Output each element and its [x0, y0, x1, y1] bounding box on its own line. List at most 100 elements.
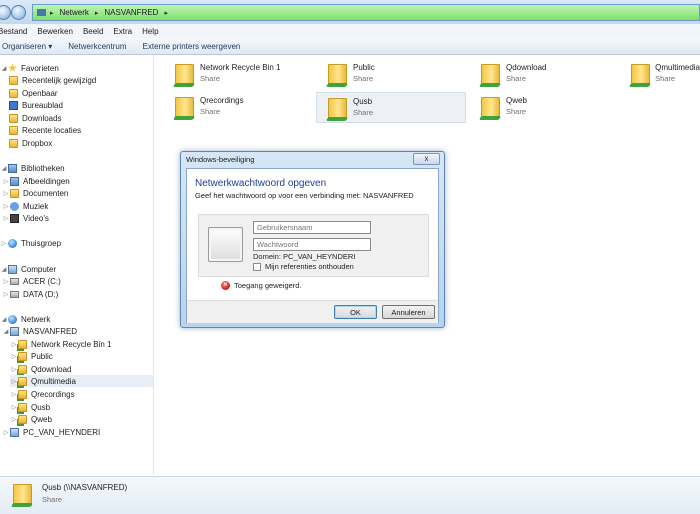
username-field[interactable]: [253, 221, 371, 234]
collapse-arrow-icon[interactable]: ▷: [10, 391, 18, 398]
back-button[interactable]: [0, 5, 11, 20]
navigation-pane: ◢ Favorieten Recentelijk gewijzigd Openb…: [0, 55, 154, 475]
collapse-arrow-icon[interactable]: ▷: [10, 416, 18, 423]
menu-beeld[interactable]: Beeld: [83, 27, 103, 36]
drive-icon: [10, 290, 19, 298]
collapse-arrow-icon[interactable]: ▷: [2, 291, 10, 298]
nav-item-dropbox[interactable]: Dropbox: [9, 137, 52, 149]
collapse-arrow-icon[interactable]: ▷: [10, 404, 18, 411]
remember-label[interactable]: Mijn referenties onthouden: [265, 262, 354, 271]
nav-item-music[interactable]: ▷ Muziek: [2, 200, 48, 212]
share-tile[interactable]: Qdownload Share: [478, 61, 618, 89]
nav-item-downloads[interactable]: Downloads: [9, 112, 62, 124]
nav-item-share[interactable]: ▷ Network Recycle Bin 1: [10, 338, 111, 350]
nav-item-drive-d[interactable]: ▷ DATA (D:): [2, 288, 59, 300]
share-tile[interactable]: Qrecordings Share: [172, 94, 312, 122]
nav-item-recent-places[interactable]: Recente locaties: [9, 124, 81, 136]
organize-button[interactable]: Organiseren ▾: [2, 42, 52, 51]
dialog-body: Netwerkwachtwoord opgeven Geef het wacht…: [186, 168, 439, 323]
collapse-arrow-icon[interactable]: ▷: [10, 353, 18, 360]
nav-item-nasvanfred[interactable]: ◢ NASVANFRED: [2, 325, 77, 337]
nav-item-share[interactable]: ▷ Public: [10, 350, 53, 362]
nav-item-pc[interactable]: ▷ PC_VAN_HEYNDERI: [2, 426, 100, 438]
share-tile-selected[interactable]: Qusb Share: [316, 92, 466, 123]
dropbox-icon: [9, 138, 18, 148]
nav-item-share[interactable]: ▷ Qusb: [10, 401, 50, 413]
share-folder-icon: [172, 94, 196, 120]
library-icon: [8, 163, 17, 173]
collapse-arrow-icon[interactable]: ▷: [0, 240, 8, 247]
nav-item-desktop[interactable]: Bureaublad: [9, 99, 63, 111]
collapse-arrow-icon[interactable]: ▷: [2, 178, 10, 185]
nav-item-public[interactable]: Openbaar: [9, 87, 58, 99]
collapse-arrow-icon[interactable]: ▷: [2, 429, 10, 436]
nav-favorites[interactable]: ◢ Favorieten: [0, 62, 59, 74]
nav-item-share[interactable]: ▷ Qrecordings: [10, 388, 75, 400]
share-folder-icon: [172, 61, 196, 87]
forward-button[interactable]: [11, 5, 26, 20]
external-printers-button[interactable]: Externe printers weergeven: [143, 42, 241, 51]
collapse-arrow-icon[interactable]: ▷: [2, 278, 10, 285]
menu-extra[interactable]: Extra: [113, 27, 132, 36]
collapse-arrow-icon[interactable]: ▷: [10, 378, 18, 385]
nav-item-share-selected[interactable]: ▷ Qmultimedia: [10, 375, 153, 387]
expand-arrow-icon[interactable]: ◢: [0, 165, 8, 172]
cancel-button[interactable]: Annuleren: [382, 305, 435, 319]
details-name: Qusb (\\NASVANFRED): [42, 483, 128, 492]
dialog-footer: OK Annuleren: [187, 300, 438, 323]
share-folder-icon: [18, 389, 27, 399]
remember-checkbox[interactable]: [253, 263, 261, 271]
star-icon: [8, 63, 17, 72]
nav-computer[interactable]: ◢ Computer: [0, 263, 56, 275]
nav-item-drive-c[interactable]: ▷ ACER (C:): [2, 275, 61, 287]
share-folder-icon: [18, 351, 27, 361]
recent-icon: [9, 75, 18, 85]
breadcrumb-netwerk[interactable]: Netwerk: [60, 8, 89, 17]
collapse-arrow-icon[interactable]: ▷: [10, 341, 18, 348]
share-tile[interactable]: Qmultimedia Share: [628, 61, 700, 89]
menu-bewerken[interactable]: Bewerken: [37, 27, 73, 36]
nav-item-documents[interactable]: ▷ Documenten: [2, 187, 68, 199]
ok-button[interactable]: OK: [334, 305, 377, 319]
expand-arrow-icon[interactable]: ◢: [0, 266, 8, 273]
dialog-description: Geef het wachtwoord op voor een verbindi…: [195, 191, 414, 200]
share-tile[interactable]: Qweb Share: [478, 94, 618, 122]
chevron-right-icon: ▸: [164, 9, 168, 17]
desktop-icon: [9, 100, 18, 110]
close-button[interactable]: x: [413, 153, 440, 165]
menu-bar: Bestand Bewerken Beeld Extra Help: [0, 24, 700, 39]
menu-bestand[interactable]: Bestand: [0, 27, 27, 36]
share-folder-icon: [18, 364, 27, 374]
nav-libraries[interactable]: ◢ Bibliotheken: [0, 162, 65, 174]
drive-icon: [10, 277, 19, 285]
documents-icon: [10, 188, 19, 198]
address-field[interactable]: ▸ Netwerk ▸ NASVANFRED ▸: [32, 4, 700, 21]
collapse-arrow-icon[interactable]: ▷: [2, 203, 10, 210]
nav-item-share[interactable]: ▷ Qweb: [10, 413, 52, 425]
expand-arrow-icon[interactable]: ◢: [0, 65, 8, 72]
collapse-arrow-icon[interactable]: ▷: [10, 366, 18, 373]
nav-item-videos[interactable]: ▷ Video's: [2, 212, 49, 224]
music-icon: [10, 201, 19, 211]
expand-arrow-icon[interactable]: ◢: [0, 316, 8, 323]
nav-homegroup[interactable]: ▷ Thuisgroep: [0, 237, 61, 249]
collapse-arrow-icon[interactable]: ▷: [2, 215, 10, 222]
share-folder-icon: [10, 481, 34, 507]
nav-item-pictures[interactable]: ▷ Afbeeldingen: [2, 175, 70, 187]
share-folder-icon: [18, 339, 27, 349]
menu-help[interactable]: Help: [142, 27, 158, 36]
share-tile[interactable]: Network Recycle Bin 1 Share: [172, 61, 312, 89]
nav-item-share[interactable]: ▷ Qdownload: [10, 363, 71, 375]
share-folder-icon: [18, 414, 27, 424]
breadcrumb-nasvanfred[interactable]: NASVANFRED: [104, 8, 158, 17]
password-field[interactable]: [253, 238, 371, 251]
nav-network[interactable]: ◢ Netwerk: [0, 313, 50, 325]
network-center-button[interactable]: Netwerkcentrum: [68, 42, 126, 51]
expand-arrow-icon[interactable]: ◢: [2, 328, 10, 335]
share-tile[interactable]: Public Share: [325, 61, 465, 89]
collapse-arrow-icon[interactable]: ▷: [2, 190, 10, 197]
user-avatar-icon: [208, 227, 243, 262]
nav-item-recent[interactable]: Recentelijk gewijzigd: [9, 74, 96, 86]
pc-icon: [10, 427, 19, 437]
credential-tile: Domein: PC_VAN_HEYNDERI Mijn referenties…: [198, 214, 429, 277]
